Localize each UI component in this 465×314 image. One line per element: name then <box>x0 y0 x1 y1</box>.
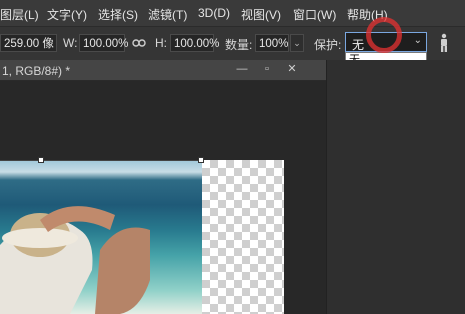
bounding-box-edge <box>0 160 202 161</box>
transform-handle[interactable] <box>198 157 204 163</box>
menu-layer[interactable]: 图层(L) <box>0 6 39 23</box>
amount-field[interactable]: 100% <box>255 34 289 52</box>
document-tab[interactable]: 1, RGB/8#) * — ▫ ✕ <box>0 60 326 81</box>
beach-photo[interactable] <box>0 160 202 314</box>
position-field[interactable]: 259.00 像 <box>0 34 57 52</box>
protect-select[interactable]: 无 ⌄ <box>345 32 427 52</box>
transform-handle[interactable] <box>38 157 44 163</box>
height-field[interactable]: 100.00% <box>170 34 219 52</box>
menu-filter[interactable]: 滤镜(T) <box>148 6 187 23</box>
protect-selected-value: 无 <box>352 38 365 52</box>
menu-help[interactable]: 帮助(H) <box>347 6 388 23</box>
document-title: 1, RGB/8#) * <box>2 64 71 78</box>
right-panel-dock <box>326 60 465 314</box>
menu-select[interactable]: 选择(S) <box>98 6 138 23</box>
menu-bar: 图层(L) 文字(Y) 选择(S) 滤镜(T) 3D(D) 视图(V) 窗口(W… <box>0 0 465 26</box>
height-label: H: <box>155 36 167 50</box>
amount-label: 数量: <box>225 38 253 52</box>
minimize-icon[interactable]: — <box>232 63 252 76</box>
protect-skin-tones-icon[interactable] <box>438 33 450 56</box>
close-icon[interactable]: ✕ <box>282 63 302 76</box>
menu-window[interactable]: 窗口(W) <box>293 6 336 23</box>
amount-dropdown-chevron-icon[interactable]: ⌄ <box>290 34 304 52</box>
protect-label: 保护: <box>314 38 342 52</box>
menu-type[interactable]: 文字(Y) <box>47 6 87 23</box>
link-icon[interactable] <box>132 37 146 52</box>
maximize-icon[interactable]: ▫ <box>257 63 277 76</box>
menu-view[interactable]: 视图(V) <box>241 6 281 23</box>
width-field[interactable]: 100.00% <box>79 34 128 52</box>
chevron-down-icon: ⌄ <box>413 35 422 46</box>
menu-3d[interactable]: 3D(D) <box>198 6 230 20</box>
transparent-canvas-area[interactable] <box>202 160 284 314</box>
width-label: W: <box>63 36 78 50</box>
